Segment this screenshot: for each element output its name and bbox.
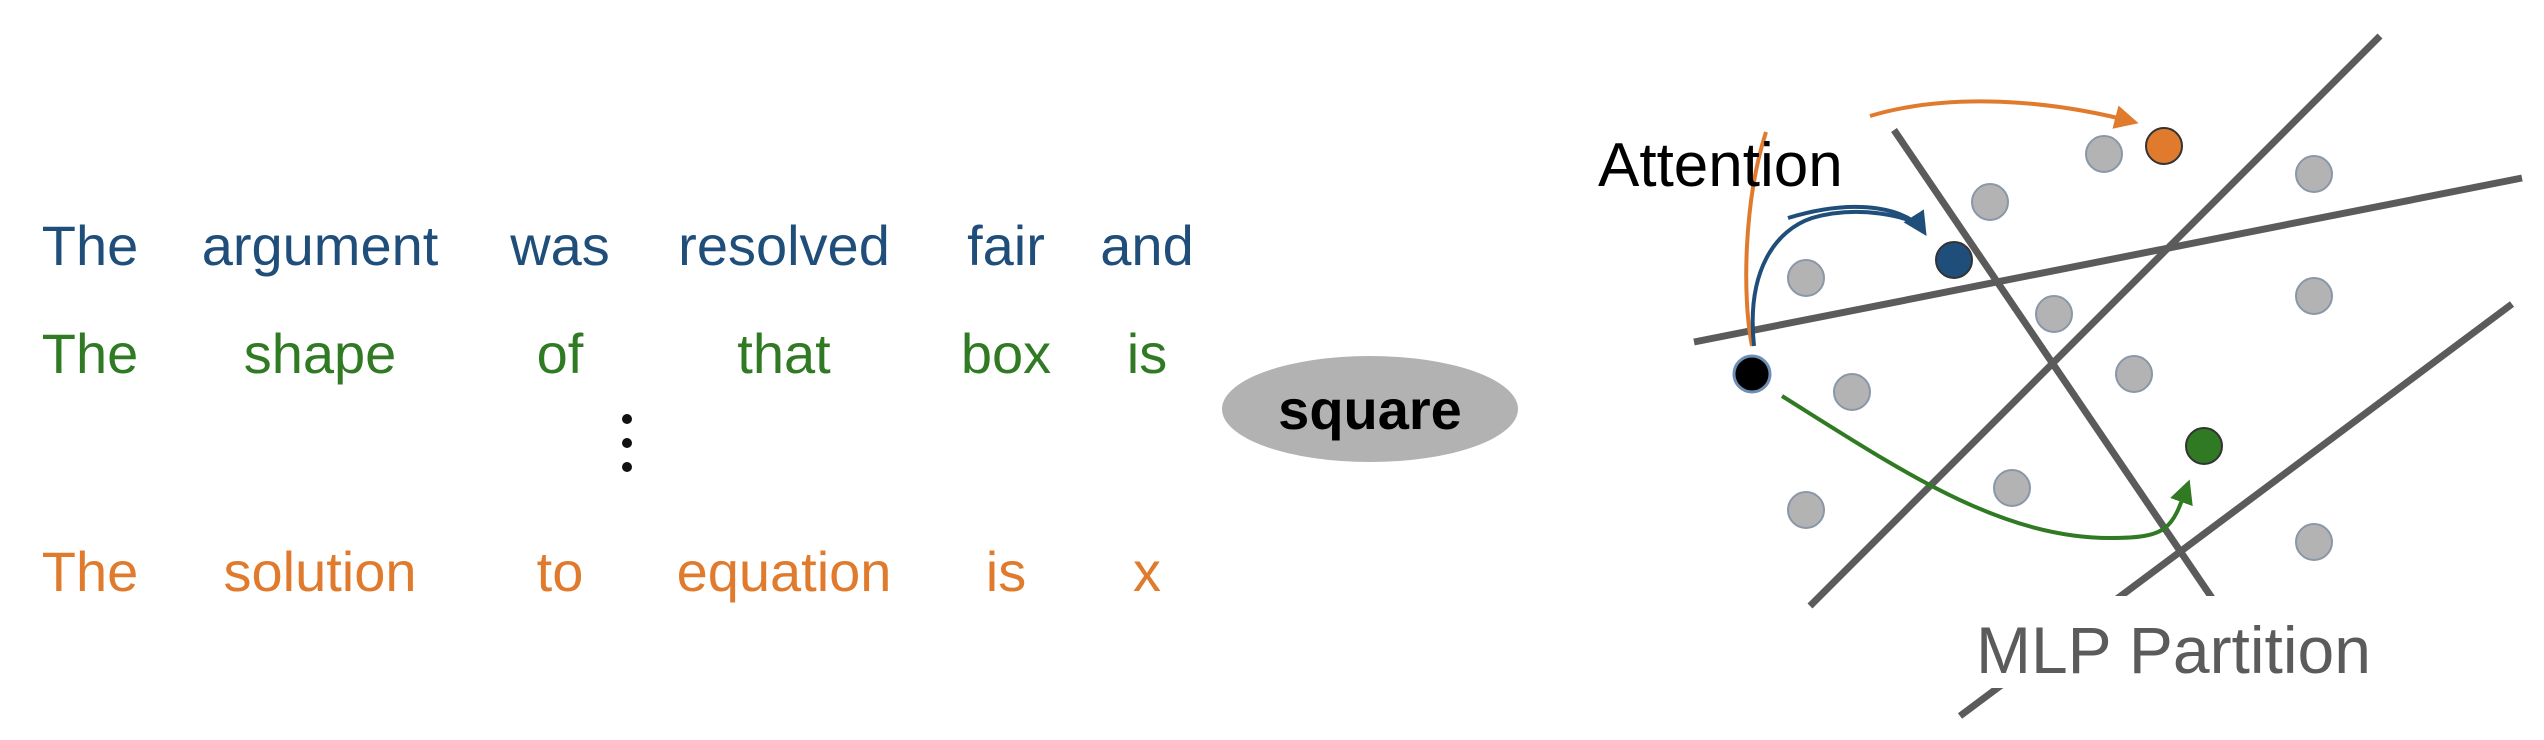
data-point [1993, 469, 2031, 507]
data-point [1787, 491, 1825, 529]
query-point [1732, 354, 1772, 394]
data-point [2035, 295, 2073, 333]
partition-line [1693, 174, 2523, 346]
data-point [2295, 155, 2333, 193]
attention-arrow-orange [1869, 99, 2139, 129]
data-point [2085, 135, 2123, 173]
data-point [2295, 277, 2333, 315]
data-point [1833, 373, 1871, 411]
green-point [2185, 427, 2223, 465]
mlp-partition-label: MLP Partition [1976, 613, 2371, 687]
partition-line [1807, 33, 2383, 609]
data-point [2115, 355, 2153, 393]
data-point [2295, 523, 2333, 561]
data-point [1971, 183, 2009, 221]
blue-point [1935, 241, 1973, 279]
attention-label: Attention [1598, 131, 1843, 200]
data-point [1787, 259, 1825, 297]
orange-point [2145, 127, 2183, 165]
